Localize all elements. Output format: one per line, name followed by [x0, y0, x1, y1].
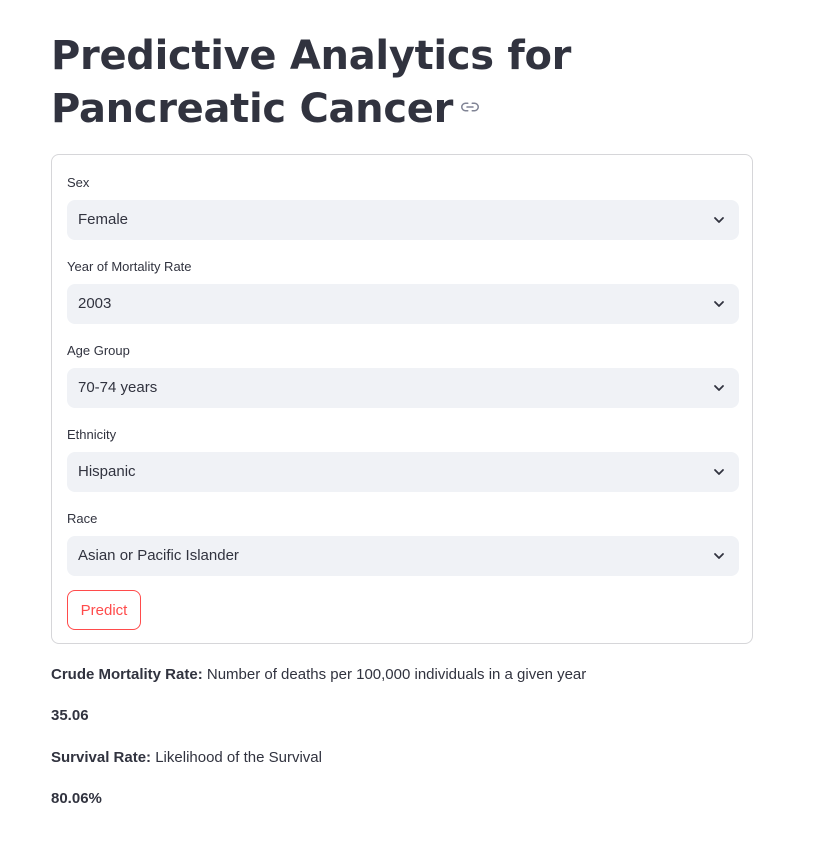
race-select[interactable]: Asian or Pacific Islander	[67, 536, 739, 576]
chevron-down-icon	[714, 301, 724, 307]
crude-mortality-label: Crude Mortality Rate:	[51, 666, 203, 683]
survival-rate-value: 80.06%	[51, 789, 102, 809]
chevron-down-icon	[714, 385, 724, 391]
race-label: Race	[67, 511, 98, 526]
ethnicity-select[interactable]: Hispanic	[67, 452, 739, 492]
crude-mortality-number: 35.06	[51, 707, 89, 724]
chevron-down-icon	[714, 469, 724, 475]
year-select[interactable]: 2003	[67, 284, 739, 324]
prediction-form: Sex Female Year of Mortality Rate 2003 A…	[51, 154, 753, 644]
survival-rate-number: 80.06%	[51, 790, 102, 807]
chevron-down-icon	[714, 217, 724, 223]
age-group-label: Age Group	[67, 343, 130, 358]
survival-rate-desc: Likelihood of the Survival	[151, 749, 322, 766]
sex-field: Sex Female	[67, 174, 739, 240]
page-title-text: Predictive Analytics for Pancreatic Canc…	[51, 33, 572, 132]
year-select-value: 2003	[78, 295, 112, 312]
sex-label: Sex	[67, 175, 90, 190]
survival-rate-label: Survival Rate:	[51, 749, 152, 766]
survival-rate-description: Survival Rate: Likelihood of the Surviva…	[51, 748, 322, 768]
year-label: Year of Mortality Rate	[67, 259, 192, 274]
year-field: Year of Mortality Rate 2003	[67, 258, 739, 324]
chevron-down-icon	[714, 553, 724, 559]
predict-button[interactable]: Predict	[67, 590, 141, 630]
sex-select[interactable]: Female	[67, 200, 739, 240]
crude-mortality-description: Crude Mortality Rate: Number of deaths p…	[51, 665, 586, 685]
page-title: Predictive Analytics for Pancreatic Canc…	[51, 30, 771, 136]
age-group-field: Age Group 70-74 years	[67, 342, 739, 408]
link-icon[interactable]	[461, 98, 480, 116]
crude-mortality-desc: Number of deaths per 100,000 individuals…	[202, 666, 587, 683]
crude-mortality-value: 35.06	[51, 706, 89, 726]
age-group-select[interactable]: 70-74 years	[67, 368, 739, 408]
race-select-value: Asian or Pacific Islander	[78, 547, 239, 564]
ethnicity-field: Ethnicity Hispanic	[67, 426, 739, 492]
race-field: Race Asian or Pacific Islander	[67, 510, 739, 576]
age-group-select-value: 70-74 years	[78, 379, 158, 396]
ethnicity-label: Ethnicity	[67, 427, 117, 442]
sex-select-value: Female	[78, 211, 129, 228]
ethnicity-select-value: Hispanic	[78, 463, 136, 480]
